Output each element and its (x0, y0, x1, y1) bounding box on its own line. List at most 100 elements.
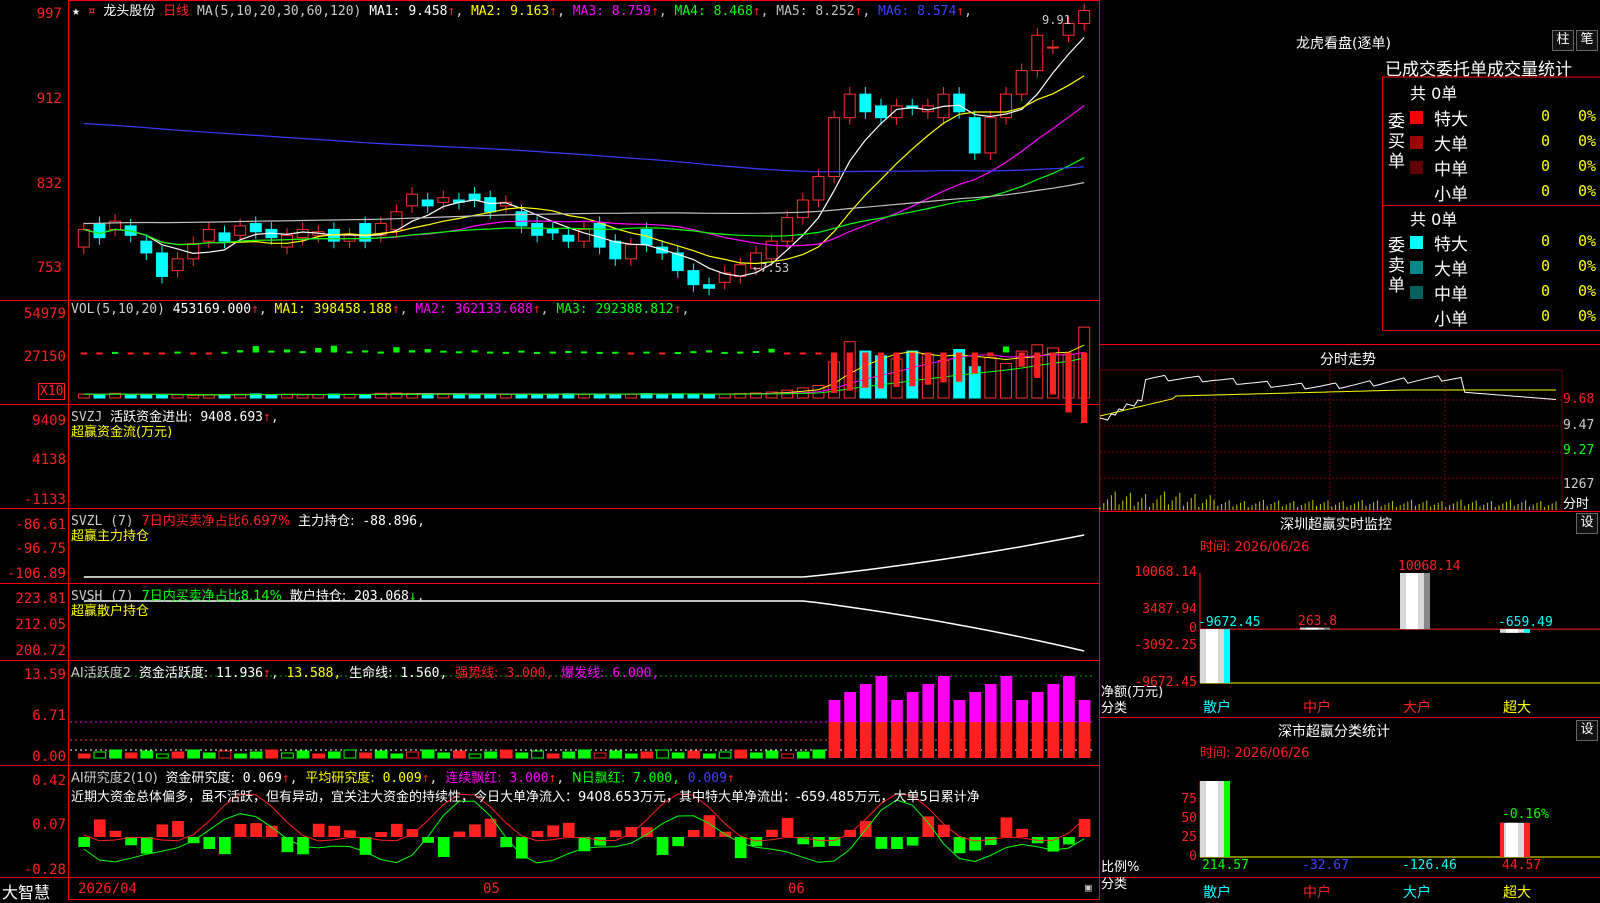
classify-category: 大户 (1403, 885, 1431, 901)
monitor-tick: 10068.14 (1134, 565, 1197, 580)
candle-body (406, 193, 419, 207)
candle-body (734, 264, 747, 277)
order-count: 0 (1541, 282, 1551, 300)
classify-time: 时间: 2026/06/26 (1200, 746, 1310, 761)
vol-ma-values: MA1: 398458.188↑, MA2: 362133.688↑, MA3:… (275, 302, 690, 317)
volume-bar (124, 394, 137, 399)
research-bar (953, 837, 966, 854)
ma-prefix: MA(5,10,20,30,60,120) (197, 4, 362, 19)
activity-bar (140, 750, 154, 759)
fund-flow-bar (1049, 352, 1057, 395)
fund-flow-bar (377, 351, 384, 354)
activity-bar (171, 751, 185, 759)
svsh-title: 散户持仓: (289, 589, 347, 604)
classify-tick: 0 (1189, 849, 1197, 864)
lock-icon[interactable]: ▣ (1085, 881, 1092, 894)
candle-body (1046, 46, 1059, 49)
candle-body (546, 228, 559, 234)
research-bar (219, 837, 231, 855)
main-position-line (83, 534, 1085, 578)
order-size-label: 特大 (1434, 110, 1468, 130)
fund-flow-bar (330, 345, 338, 353)
fund-flow-bar (674, 352, 681, 355)
activity-bar-base (1047, 722, 1060, 758)
candle-body (593, 223, 606, 248)
volume-bar (312, 394, 325, 399)
intraday-vol-label: 1267 (1563, 477, 1595, 492)
ma-label: MA2: (463, 4, 511, 19)
stock-name[interactable]: 龙头股份 (103, 4, 155, 19)
svzj-tick: 9409 (32, 413, 66, 429)
volume-bars (77, 326, 1091, 399)
ai-active-tick: 0.00 (32, 749, 66, 765)
tab-filled[interactable]: 已成交 (1385, 60, 1436, 80)
bar-mode-button[interactable]: 柱 (1552, 30, 1574, 51)
svzl-tick: -96.75 (15, 541, 66, 557)
fund-flow-bar (1081, 352, 1088, 423)
fund-flow-bar (752, 350, 760, 353)
classify-settings-button[interactable]: 设 (1576, 720, 1598, 741)
activity-bar-top (875, 676, 888, 722)
classify-bar-highlight (1206, 781, 1218, 857)
research-bar (469, 824, 481, 837)
lhb-title: 龙虎看盘(逐单) (1296, 36, 1391, 52)
pen-mode-button[interactable]: 笔 (1576, 30, 1598, 51)
activity-bar-base (891, 722, 903, 758)
svzl-subtitle: 超赢主力持仓 (71, 529, 150, 544)
price-tick: 753 (36, 260, 62, 276)
monitor-settings-button[interactable]: 设 (1576, 513, 1598, 534)
fund-flow-bar (580, 351, 588, 354)
classify-top-label: -0.16% (1502, 806, 1549, 822)
monitor-bar-highlight (1206, 629, 1218, 683)
date-tick: 06 (788, 881, 805, 897)
activity-bar-top (1078, 700, 1091, 722)
candle-body (390, 211, 403, 230)
tab-volume-stats[interactable]: 成交量统计 (1487, 60, 1572, 80)
period-label[interactable]: 日线 (163, 4, 189, 19)
price-tick: 997 (36, 6, 62, 22)
classify-bar-value: -32.67 (1302, 858, 1349, 873)
star-icon[interactable]: ★ (72, 4, 80, 19)
pin-icon[interactable]: ¤ (88, 4, 96, 19)
activity-bar-top (1000, 676, 1013, 722)
research-bar (109, 830, 122, 837)
monitor-category: 超大 (1503, 700, 1531, 716)
consecutive-red-label: 连续飘红: (445, 771, 502, 786)
volume-bar (359, 394, 372, 399)
svzl-tick: -106.89 (6, 566, 66, 582)
svzj-subtitle: 超赢资金流(万元) (71, 425, 173, 440)
volume-bar (984, 356, 997, 399)
candle-body (421, 199, 434, 207)
activity-bar-base (906, 722, 919, 758)
order-count: 0 (1541, 232, 1551, 250)
fund-flow-bar (971, 352, 978, 374)
activity-bar (265, 749, 279, 759)
vol-unit-box[interactable]: X10 (38, 383, 66, 400)
research-bar (250, 823, 263, 837)
monitor-bar-value: 263.8 (1298, 613, 1338, 629)
fund-flow-bar (518, 350, 525, 353)
activity-bar (218, 750, 232, 759)
fund-flow-bar (565, 350, 572, 353)
order-size-label: 特大 (1434, 235, 1468, 255)
candle-body (1015, 70, 1028, 95)
vol-title: VOL(5,10,20) (71, 302, 165, 317)
research-bar (734, 837, 747, 859)
activity-bar (327, 751, 341, 759)
activity-bar (812, 749, 826, 759)
activity-bar (734, 749, 748, 759)
classify-bar (1200, 781, 1230, 857)
activity-bar-base (1031, 722, 1044, 758)
vol-ma-arrow: ↑ (391, 302, 400, 317)
tab-orders[interactable]: 委托单 (1436, 60, 1487, 80)
ma-value: 9.163 (510, 4, 550, 19)
ai-research-value: 0.069 (242, 771, 282, 786)
ma-label: MA3: (564, 4, 612, 19)
research-line (83, 799, 1085, 864)
intraday-tick: 9.68 (1563, 392, 1595, 407)
separator: , (681, 302, 690, 317)
separator: , (540, 302, 549, 317)
color-swatch (1410, 111, 1423, 124)
monitor-category: 大户 (1403, 700, 1431, 716)
research-bar (93, 819, 106, 837)
